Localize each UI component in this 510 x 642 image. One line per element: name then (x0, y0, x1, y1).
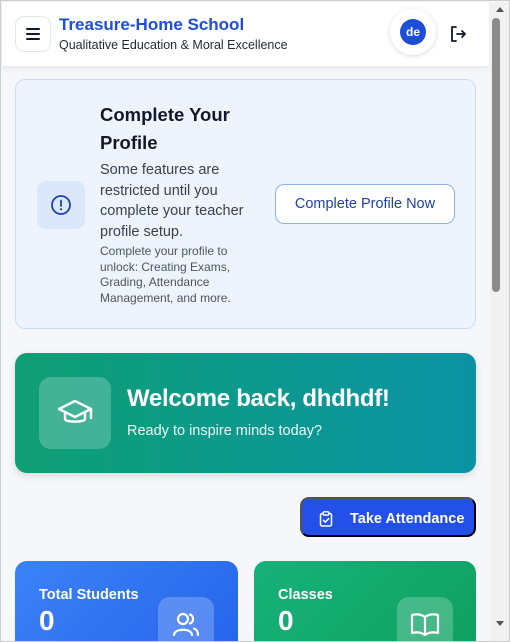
alert-title: Complete Your Profile (100, 104, 230, 153)
attendance-label: Take Attendance (350, 511, 465, 527)
scroll-thumb[interactable] (492, 18, 500, 292)
alert-description: Some features are restricted until you c… (100, 162, 244, 240)
vertical-scrollbar[interactable] (490, 2, 509, 641)
alert-icon-box (37, 181, 85, 229)
take-attendance-button[interactable]: Take Attendance (300, 497, 476, 537)
stat-label: Total Students (39, 587, 139, 603)
scroll-up-arrow-icon[interactable] (496, 7, 504, 12)
user-avatar-button[interactable]: de (390, 9, 436, 55)
top-header: Treasure-Home School Qualitative Educati… (2, 2, 489, 66)
stat-value: 0 (278, 605, 294, 636)
stat-label: Classes (278, 587, 333, 603)
welcome-banner: Welcome back, dhdhdf! Ready to inspire m… (15, 353, 476, 473)
hamburger-icon (26, 28, 40, 40)
stat-icon-box (158, 597, 214, 641)
alert-circle-icon (51, 195, 71, 215)
alert-note: Complete your profile to unlock: Creatin… (100, 244, 231, 305)
stat-card-classes[interactable]: Classes 0 (254, 561, 476, 641)
stat-card-total-students[interactable]: Total Students 0 (15, 561, 238, 641)
users-icon (172, 612, 200, 637)
welcome-subtitle: Ready to inspire minds today? (127, 423, 323, 439)
stat-icon-box (397, 597, 453, 641)
school-tagline: Qualitative Education & Moral Excellence (59, 38, 288, 52)
graduation-cap-icon (57, 399, 93, 423)
app-viewport: Treasure-Home School Qualitative Educati… (0, 0, 510, 642)
welcome-title: Welcome back, dhdhdf! (127, 385, 390, 412)
school-name: Treasure-Home School (59, 15, 245, 34)
menu-button[interactable] (15, 16, 51, 52)
logout-icon[interactable] (448, 24, 468, 44)
book-open-icon (410, 613, 440, 637)
stat-value: 0 (39, 605, 55, 636)
complete-profile-button[interactable]: Complete Profile Now (275, 184, 455, 224)
avatar: de (400, 19, 426, 45)
profile-completion-alert: Complete Your Profile Some features are … (15, 79, 476, 329)
clipboard-check-icon (319, 511, 333, 527)
scroll-down-arrow-icon[interactable] (496, 621, 504, 626)
welcome-icon-box (39, 377, 111, 449)
